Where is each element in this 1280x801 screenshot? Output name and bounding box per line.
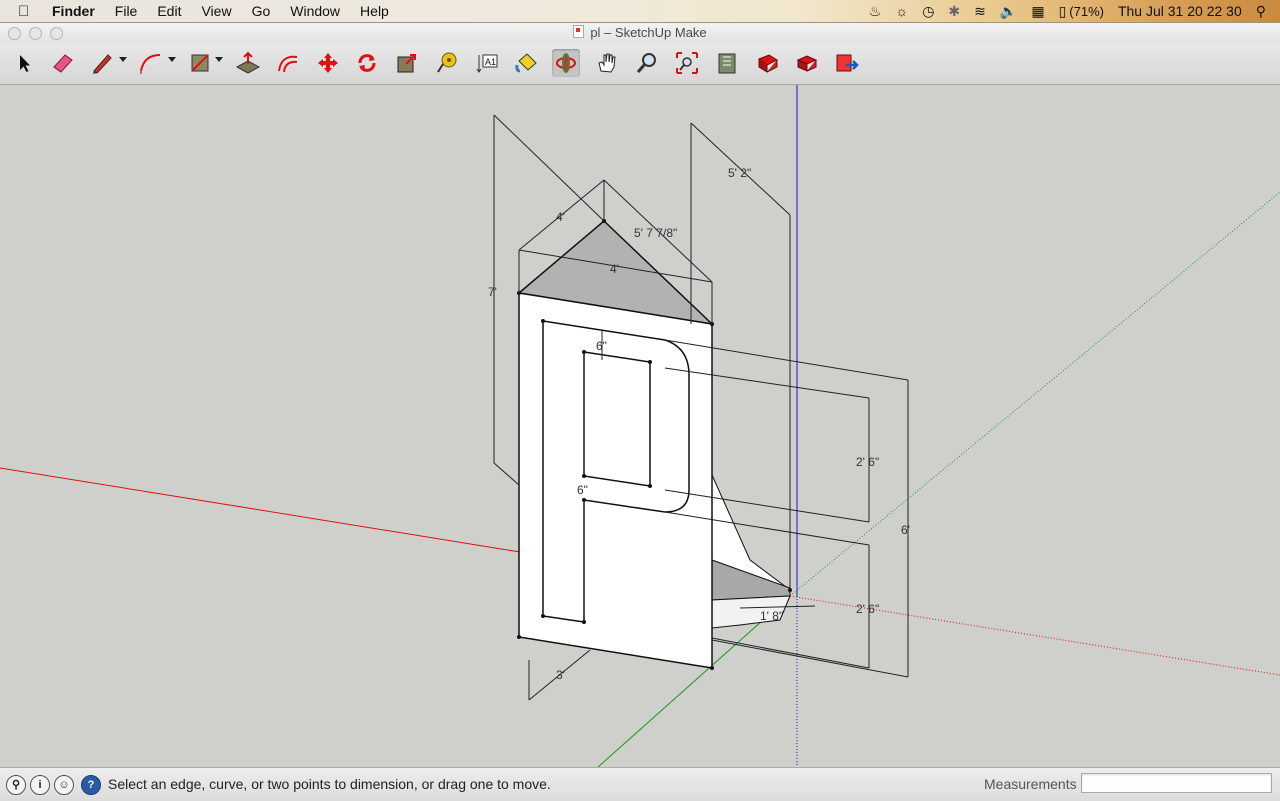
dim-diagonal[interactable]: 5' 7 7/8" [634, 226, 677, 240]
apple-menu-icon[interactable]:  [18, 3, 40, 20]
model-canvas[interactable]: 7' 4' 4' 5' 7 7/8" 5' 2" 6" 6" 2' 6" 2' … [0, 85, 1280, 767]
zoom-tool-icon[interactable] [633, 49, 661, 77]
dim-height-total[interactable]: 7' [488, 285, 497, 299]
toolbar: A1 [0, 43, 1280, 85]
notification-icon[interactable]: ♨ [862, 3, 889, 20]
volume-icon[interactable]: 🔈 [993, 3, 1024, 20]
clock[interactable]: Thu Jul 31 20 22 30 [1111, 3, 1249, 19]
zoom-extents-tool-icon[interactable] [673, 49, 701, 77]
document-icon [573, 25, 585, 38]
wifi-icon[interactable]: ≋ [967, 3, 993, 20]
push-pull-tool-icon[interactable] [234, 49, 262, 77]
window-title: pl – SketchUp Make [590, 25, 707, 40]
close-window-button[interactable] [8, 27, 21, 40]
eraser-tool-icon[interactable] [49, 49, 77, 77]
move-tool-icon[interactable] [314, 49, 342, 77]
calendar-icon[interactable]: ▦ [1024, 3, 1051, 20]
menu-file[interactable]: File [105, 3, 148, 19]
measurements-label: Measurements [984, 776, 1077, 792]
dim-right-total[interactable]: 6' [901, 523, 910, 537]
arc-tool-icon[interactable] [137, 49, 165, 77]
dim-bottom-width[interactable]: 3' [556, 668, 565, 682]
dim-width-top-a[interactable]: 4' [556, 210, 565, 224]
measurements-input[interactable] [1081, 773, 1272, 793]
menu-edit[interactable]: Edit [147, 3, 191, 19]
rectangle-tool-icon[interactable] [186, 49, 214, 77]
brightness-icon[interactable]: ☼ [888, 3, 915, 19]
scale-tool-icon[interactable] [393, 49, 421, 77]
green-axis-negative [789, 191, 1280, 597]
select-tool-icon[interactable] [10, 49, 38, 77]
red-axis [0, 467, 521, 553]
geolocation-icon[interactable]: ⚲ [6, 775, 26, 795]
dim-depth[interactable]: 5' 2" [728, 166, 751, 180]
menu-app-name[interactable]: Finder [40, 3, 105, 19]
orbit-tool-icon[interactable] [552, 49, 580, 77]
dim-upper-height[interactable]: 2' 6" [856, 455, 879, 469]
dim-width-top-b[interactable]: 4' [610, 262, 619, 276]
window-title-bar: pl – SketchUp Make [0, 23, 1280, 43]
pan-tool-icon[interactable] [593, 49, 621, 77]
zoom-window-button[interactable] [50, 27, 63, 40]
tape-measure-tool-icon[interactable] [433, 49, 461, 77]
pencil-line-tool-icon[interactable] [88, 49, 116, 77]
menu-bar:  Finder File Edit View Go Window Help ♨… [0, 0, 1280, 23]
dim-panel-top-offset[interactable]: 6" [596, 339, 607, 353]
paint-bucket-tool-icon[interactable] [513, 49, 541, 77]
help-icon[interactable]: ? [81, 775, 101, 795]
extension-warehouse-icon[interactable] [793, 49, 821, 77]
battery-icon[interactable]: ▯ (71%) [1052, 3, 1111, 20]
dim-lower-height[interactable]: 2' 6" [856, 602, 879, 616]
user-account-icon[interactable]: ☺ [54, 775, 74, 795]
menu-window[interactable]: Window [280, 3, 350, 19]
share-model-icon[interactable] [753, 49, 781, 77]
status-message: Select an edge, curve, or two points to … [108, 776, 551, 792]
export-icon[interactable] [833, 49, 861, 77]
minimize-window-button[interactable] [29, 27, 42, 40]
dim-small[interactable]: 1' 8" [760, 609, 783, 623]
menu-go[interactable]: Go [242, 3, 281, 19]
offset-tool-icon[interactable] [274, 49, 302, 77]
menu-help[interactable]: Help [350, 3, 399, 19]
spotlight-search-icon[interactable]: ⚲ [1249, 3, 1280, 20]
menu-view[interactable]: View [191, 3, 241, 19]
status-bar: ⚲ i ☺ ? Select an edge, curve, or two po… [0, 767, 1280, 801]
dimension-tool-icon[interactable]: A1 [473, 49, 501, 77]
model-viewport[interactable]: 7' 4' 4' 5' 7 7/8" 5' 2" 6" 6" 2' 6" 2' … [0, 85, 1280, 767]
model-geometry [517, 219, 792, 670]
battery-percent: (71%) [1069, 3, 1104, 19]
time-machine-icon[interactable]: ◷ [915, 3, 941, 20]
dim-panel-mid-offset[interactable]: 6" [577, 483, 588, 497]
bluetooth-icon[interactable]: ✱ [941, 3, 967, 20]
3d-warehouse-icon[interactable] [713, 49, 741, 77]
rotate-tool-icon[interactable] [353, 49, 381, 77]
svg-text:A1: A1 [485, 57, 496, 67]
credits-icon[interactable]: i [30, 775, 50, 795]
